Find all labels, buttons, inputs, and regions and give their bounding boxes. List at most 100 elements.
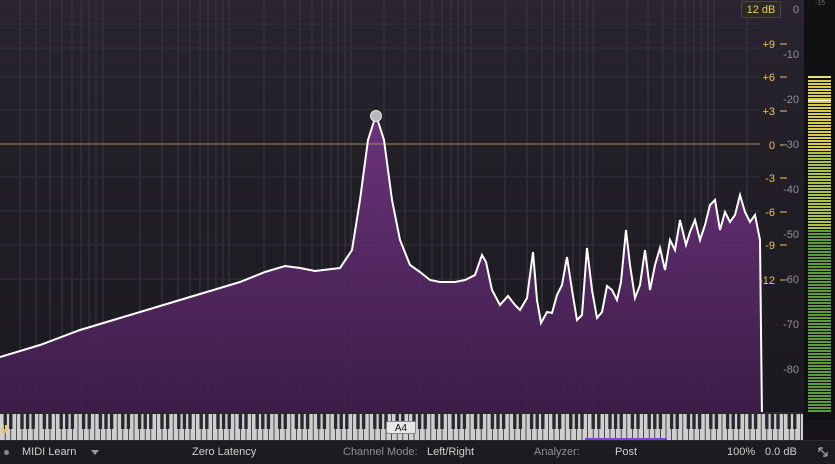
midi-learn-button[interactable]: MIDI Learn xyxy=(22,441,76,464)
piano-black-key[interactable] xyxy=(686,412,691,429)
piano-black-key[interactable] xyxy=(322,412,327,429)
piano-black-key[interactable] xyxy=(457,412,461,429)
piano-black-key[interactable] xyxy=(557,412,562,429)
piano-black-key[interactable] xyxy=(423,412,427,429)
latency-mode-button[interactable]: Zero Latency xyxy=(192,441,256,464)
piano-black-key[interactable] xyxy=(580,412,584,429)
piano-black-key[interactable] xyxy=(137,412,142,429)
piano-black-key[interactable] xyxy=(552,412,556,429)
piano-black-key[interactable] xyxy=(569,412,573,429)
piano-black-key[interactable] xyxy=(59,412,63,429)
piano-black-key[interactable] xyxy=(42,412,47,429)
piano-black-key[interactable] xyxy=(188,412,192,429)
piano-black-key[interactable] xyxy=(529,412,534,429)
piano-black-key[interactable] xyxy=(283,412,287,429)
piano-black-key[interactable] xyxy=(434,412,439,429)
piano-black-key[interactable] xyxy=(48,412,52,429)
piano-black-key[interactable] xyxy=(591,412,595,429)
piano-black-key[interactable] xyxy=(613,412,618,429)
piano-black-key[interactable] xyxy=(697,412,702,429)
piano-black-key[interactable] xyxy=(104,412,108,429)
piano-black-key[interactable] xyxy=(765,412,769,429)
piano-black-key[interactable] xyxy=(31,412,35,429)
piano-black-key[interactable] xyxy=(216,412,220,429)
piano-black-key[interactable] xyxy=(143,412,147,429)
analyzer-mode-button[interactable]: Post xyxy=(615,441,637,464)
piano-black-key[interactable] xyxy=(440,412,444,429)
piano-black-key[interactable] xyxy=(473,412,478,429)
piano-black-key[interactable] xyxy=(81,412,86,429)
piano-black-key[interactable] xyxy=(109,412,114,429)
piano-black-key[interactable] xyxy=(333,412,338,429)
piano-black-key[interactable] xyxy=(669,412,674,429)
piano-black-key[interactable] xyxy=(619,412,623,429)
piano-black-key[interactable] xyxy=(177,412,181,429)
piano-black-key[interactable] xyxy=(373,412,377,429)
piano-black-key[interactable] xyxy=(339,412,343,429)
piano-black-key[interactable] xyxy=(787,412,791,429)
piano-black-key[interactable] xyxy=(70,412,75,429)
band-node-icon[interactable] xyxy=(370,110,382,122)
piano-black-key[interactable] xyxy=(513,412,517,429)
resize-icon[interactable] xyxy=(817,446,829,458)
piano-black-key[interactable] xyxy=(451,412,455,429)
piano-black-key[interactable] xyxy=(737,412,741,429)
piano-black-key[interactable] xyxy=(462,412,467,429)
piano-black-key[interactable] xyxy=(345,412,349,429)
piano-black-key[interactable] xyxy=(149,412,153,429)
piano-black-key[interactable] xyxy=(731,412,735,429)
piano-black-key[interactable] xyxy=(535,412,539,429)
piano-black-key[interactable] xyxy=(98,412,103,429)
piano-black-key[interactable] xyxy=(121,412,125,429)
eq-display[interactable]: +9 +6 +3 0 -3 -6 -9 -12 0 -10 -20 -30 -40 -50 -60 -70 -… xyxy=(0,0,835,420)
piano-black-key[interactable] xyxy=(675,412,679,429)
piano-black-key[interactable] xyxy=(518,412,523,429)
piano-black-key[interactable] xyxy=(205,412,209,429)
piano-black-key[interactable] xyxy=(294,412,299,429)
piano-black-key[interactable] xyxy=(658,412,663,429)
piano-black-key[interactable] xyxy=(160,412,164,429)
piano-black-key[interactable] xyxy=(182,412,187,429)
piano-black-key[interactable] xyxy=(227,412,231,429)
piano-black-key[interactable] xyxy=(479,412,483,429)
piano-black-key[interactable] xyxy=(574,412,579,429)
display-range-button[interactable]: 12 dB xyxy=(741,1,781,18)
piano-black-key[interactable] xyxy=(317,412,321,429)
piano-black-key[interactable] xyxy=(776,412,780,429)
piano-black-key[interactable] xyxy=(361,412,366,429)
piano-black-key[interactable] xyxy=(647,412,651,429)
output-gain-value[interactable]: 0.0 dB xyxy=(765,441,797,464)
piano-black-key[interactable] xyxy=(199,412,203,429)
piano-black-key[interactable] xyxy=(725,412,730,429)
piano-black-key[interactable] xyxy=(496,412,500,429)
piano-black-key[interactable] xyxy=(709,412,713,429)
piano-black-key[interactable] xyxy=(714,412,719,429)
piano-black-key[interactable] xyxy=(305,412,310,429)
piano-black-key[interactable] xyxy=(165,412,170,429)
piano-black-key[interactable] xyxy=(630,412,635,429)
piano-black-key[interactable] xyxy=(126,412,131,429)
piano-black-key[interactable] xyxy=(608,412,612,429)
piano-black-key[interactable] xyxy=(238,412,243,429)
piano-black-key[interactable] xyxy=(753,412,758,429)
piano-black-key[interactable] xyxy=(356,412,360,429)
zoom-level-button[interactable]: 100% xyxy=(727,441,755,464)
piano-black-key[interactable] xyxy=(793,412,797,429)
piano-black-key[interactable] xyxy=(255,412,259,429)
piano-black-key[interactable] xyxy=(692,412,696,429)
piano-black-key[interactable] xyxy=(541,412,545,429)
piano-white-key[interactable] xyxy=(800,412,803,440)
piano-black-key[interactable] xyxy=(636,412,640,429)
eq-graph[interactable]: +9 +6 +3 0 -3 -6 -9 -12 0 -10 -20 -30 -40 -50 -60 -70 -… xyxy=(0,0,835,420)
piano-black-key[interactable] xyxy=(266,412,271,429)
piano-black-key[interactable] xyxy=(221,412,226,429)
piano-black-key[interactable] xyxy=(87,412,91,429)
piano-black-key[interactable] xyxy=(417,412,422,429)
channel-mode-button[interactable]: Left/Right xyxy=(427,441,474,464)
piano-black-key[interactable] xyxy=(277,412,282,429)
chevron-down-icon[interactable] xyxy=(91,450,99,455)
piano-black-key[interactable] xyxy=(597,412,601,429)
piano-black-key[interactable] xyxy=(244,412,248,429)
piano-black-key[interactable] xyxy=(770,412,775,429)
piano-black-key[interactable] xyxy=(653,412,657,429)
